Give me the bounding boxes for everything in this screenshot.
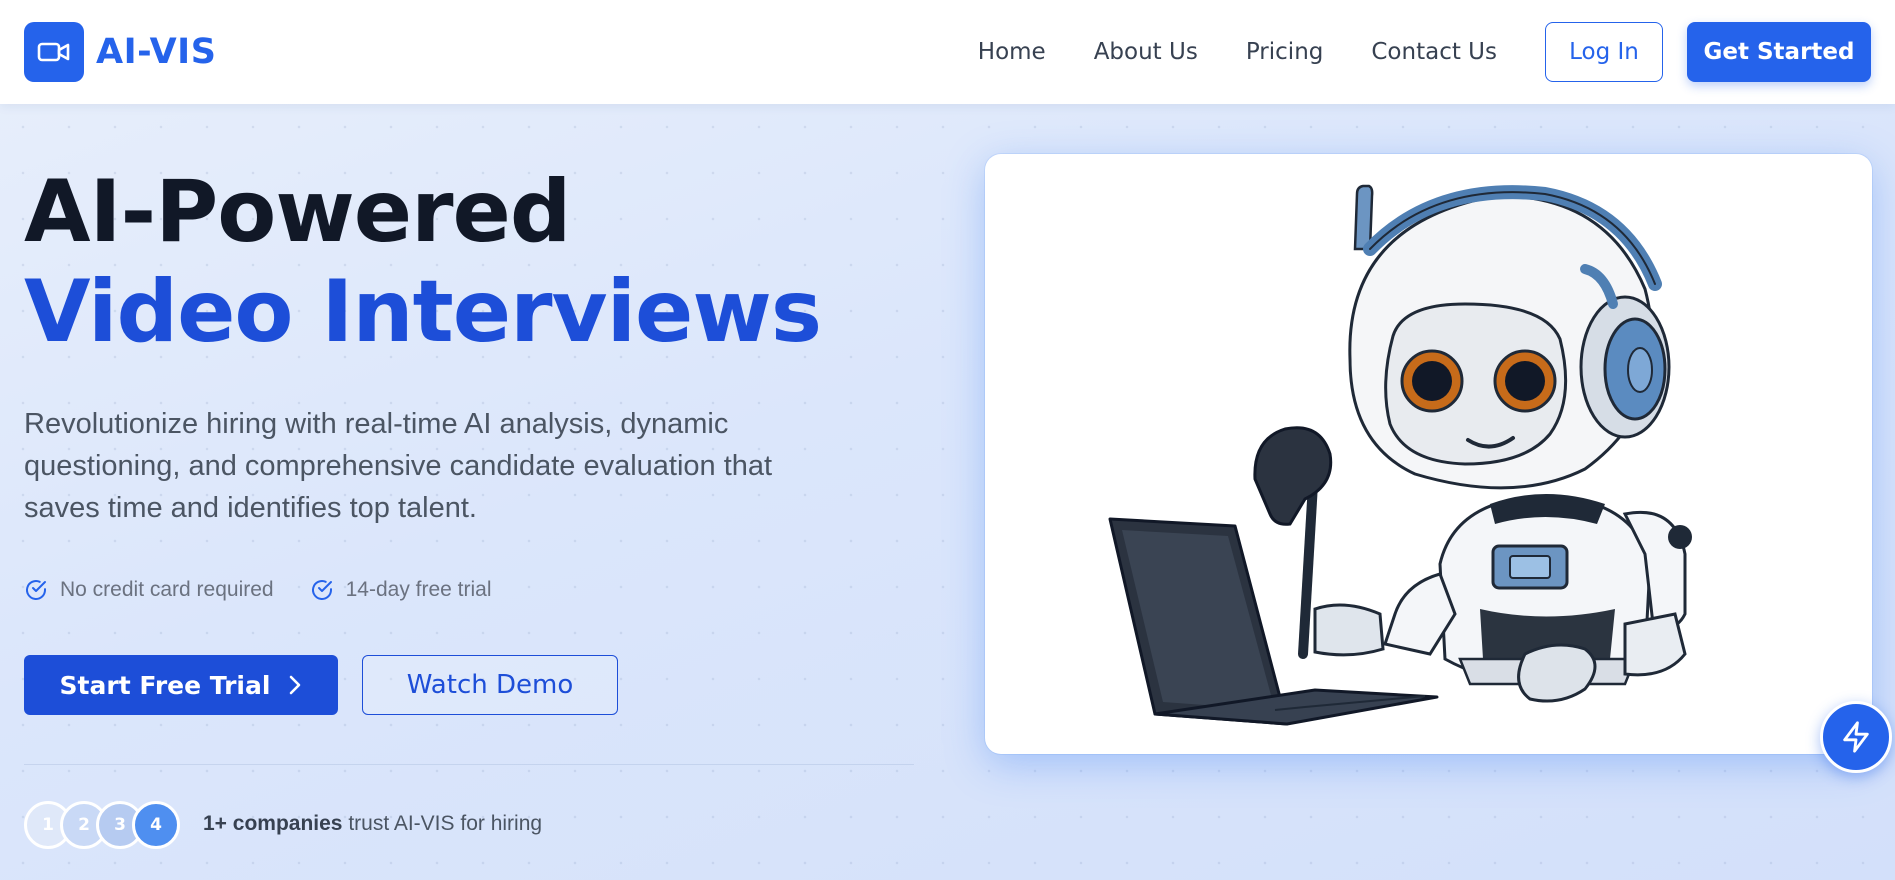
start-free-trial-button[interactable]: Start Free Trial [24,655,338,715]
check-circle-icon [26,580,46,600]
check-no-credit-card: No credit card required [24,578,274,602]
hero-description: Revolutionize hiring with real-time AI a… [24,408,773,524]
start-free-trial-label: Start Free Trial [59,670,271,700]
nav-link-home[interactable]: Home [978,39,1046,65]
check-circle-icon [311,580,332,600]
chevron-right-icon [290,675,301,695]
hero-title: AI-Powered Video Interviews [24,162,822,362]
nav-link-pricing[interactable]: Pricing [1246,39,1324,65]
avatar-stack: 1 2 3 4 [24,801,180,849]
hero-illustration-card [985,154,1872,754]
nav-link-contact-us[interactable]: Contact Us [1371,39,1497,65]
check-label: No credit card required [60,578,274,601]
lightning-icon [1843,721,1869,753]
watch-demo-button[interactable]: Watch Demo [362,655,618,715]
check-free-trial: 14-day free trial [310,578,492,602]
feature-checks: No credit card required 14-day free tria… [24,578,492,602]
trust-text: 1+ companies trust AI-VIS for hiring [203,812,542,836]
trust-rest: trust AI-VIS for hiring [342,812,543,835]
brand-name: AI-VIS [96,32,217,72]
laptop-illustration [1108,517,1439,726]
login-button[interactable]: Log In [1545,22,1663,82]
avatar: 4 [132,801,180,849]
nav-link-about-us[interactable]: About Us [1094,39,1198,65]
robot-body [1313,494,1692,703]
top-navbar: AI-VIS Home About Us Pricing Contact Us … [0,0,1895,104]
divider [24,764,914,765]
get-started-button[interactable]: Get Started [1687,22,1871,82]
hero-title-line2: Video Interviews [24,262,822,362]
hero-title-line1: AI-Powered [24,162,571,262]
trust-count: 1+ companies [203,812,343,835]
robot-interviewer-illustration [1108,184,1692,726]
quick-action-button[interactable] [1820,701,1892,773]
video-camera-icon [24,22,84,82]
nav-links: Home About Us Pricing Contact Us Log In … [978,22,1871,82]
robot-head [1348,184,1671,490]
brand-logo[interactable]: AI-VIS [24,22,216,82]
check-label: 14-day free trial [345,578,492,601]
